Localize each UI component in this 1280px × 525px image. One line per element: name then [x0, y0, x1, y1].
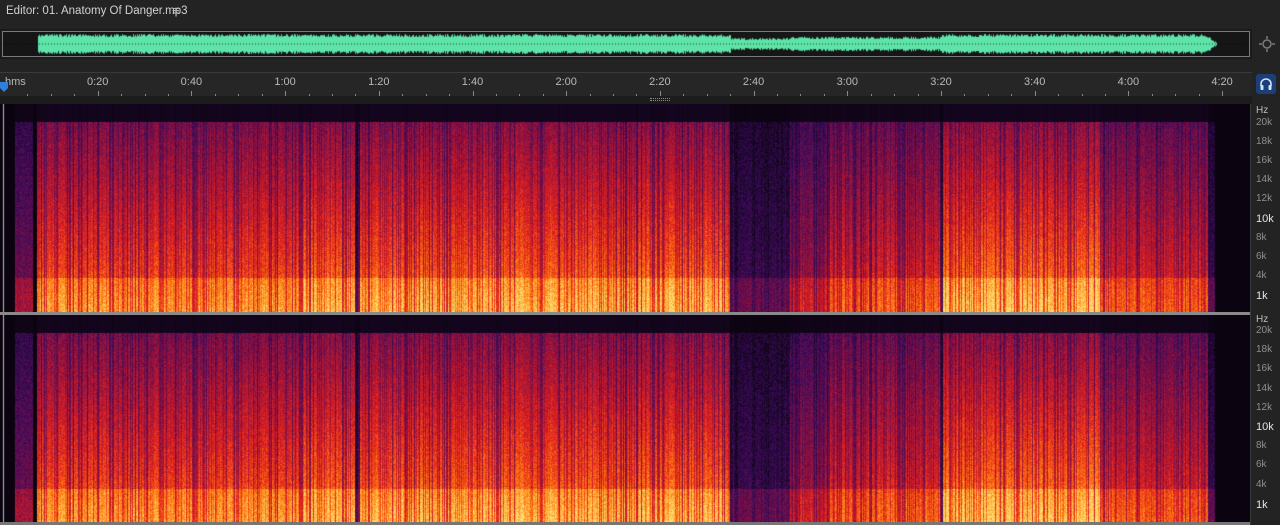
frequency-label: 20k [1256, 325, 1273, 336]
spectrogram-left [0, 104, 1250, 312]
panel-divider[interactable] [0, 96, 1252, 104]
frequency-label: 10k [1256, 212, 1274, 225]
time-tick-label: 0:40 [180, 76, 203, 88]
frequency-label: 14k [1256, 174, 1273, 186]
overview-waveform [3, 32, 1249, 56]
time-tick-label: 1:40 [461, 76, 484, 88]
frequency-label: 4k [1256, 269, 1267, 281]
time-tick-label: 1:00 [274, 76, 296, 88]
frequency-label: 8k [1256, 231, 1267, 243]
time-unit-label: hms [5, 76, 26, 88]
time-tick-label: 0:20 [86, 76, 109, 88]
time-tick-label: 4:00 [1117, 76, 1140, 88]
spectral-channel-right[interactable] [0, 315, 1250, 523]
frequency-label: 8k [1256, 440, 1267, 452]
playhead-marker-icon[interactable] [0, 82, 8, 94]
waveform-overview[interactable] [0, 29, 1252, 59]
frequency-label: 6k [1256, 250, 1267, 262]
spectral-channel-left[interactable] [0, 104, 1250, 312]
frequency-label: 1k [1256, 289, 1268, 302]
frequency-label: 12k [1256, 193, 1273, 205]
frequency-unit-label: Hz [1256, 105, 1269, 116]
frequency-label: 4k [1256, 478, 1267, 490]
frequency-label: 16k [1256, 363, 1273, 375]
frequency-label: 18k [1256, 136, 1273, 148]
overview-visible-range[interactable] [2, 31, 1250, 57]
frequency-label: 14k [1256, 382, 1273, 394]
hamburger-menu-icon[interactable]: ≡ [172, 3, 180, 18]
frequency-label: 18k [1256, 344, 1273, 356]
time-tick-label: 2:20 [649, 76, 671, 88]
time-ruler[interactable]: hms 0:20 0:40 1:00 1:20 1:40 2:00 2:20 2:40 3:00… [0, 72, 1252, 97]
spectrogram-right [0, 315, 1250, 523]
editor-title-bar: Editor: 01. Anatomy Of Danger.mp3 ≡ [0, 0, 1280, 26]
frequency-label: 12k [1256, 401, 1273, 413]
headphones-lock-icon [1260, 78, 1272, 90]
frequency-label: 6k [1256, 459, 1267, 471]
time-tick-label: 3:20 [930, 76, 952, 88]
frequency-scale-left[interactable]: Hz 20k 18k 16k 14k 12k 10k 8k 6k 4k 1k [1250, 104, 1280, 314]
frequency-label: 10k [1256, 421, 1274, 433]
time-tick-label: 3:00 [836, 76, 859, 88]
time-tick-label: 4:20 [1211, 76, 1233, 88]
frequency-label: 1k [1256, 498, 1268, 511]
headphones-lock-button[interactable] [1256, 74, 1276, 94]
frequency-label: 20k [1256, 117, 1273, 128]
time-tick-label: 3:40 [1023, 76, 1046, 88]
resize-grip-icon[interactable] [650, 98, 670, 101]
frequency-scale-right[interactable]: Hz 20k 18k 16k 14k 12k 10k 8k 6k 4k 1k [1250, 313, 1280, 525]
time-tick-label: 1:20 [368, 76, 390, 88]
frequency-unit-label: Hz [1256, 314, 1269, 325]
frequency-label: 16k [1256, 155, 1273, 167]
zoom-navigator-icon[interactable] [1258, 35, 1276, 53]
editor-title: Editor: 01. Anatomy Of Danger.mp3 [6, 5, 188, 17]
time-tick-label: 2:00 [555, 76, 577, 88]
time-tick-label: 2:40 [742, 76, 765, 88]
